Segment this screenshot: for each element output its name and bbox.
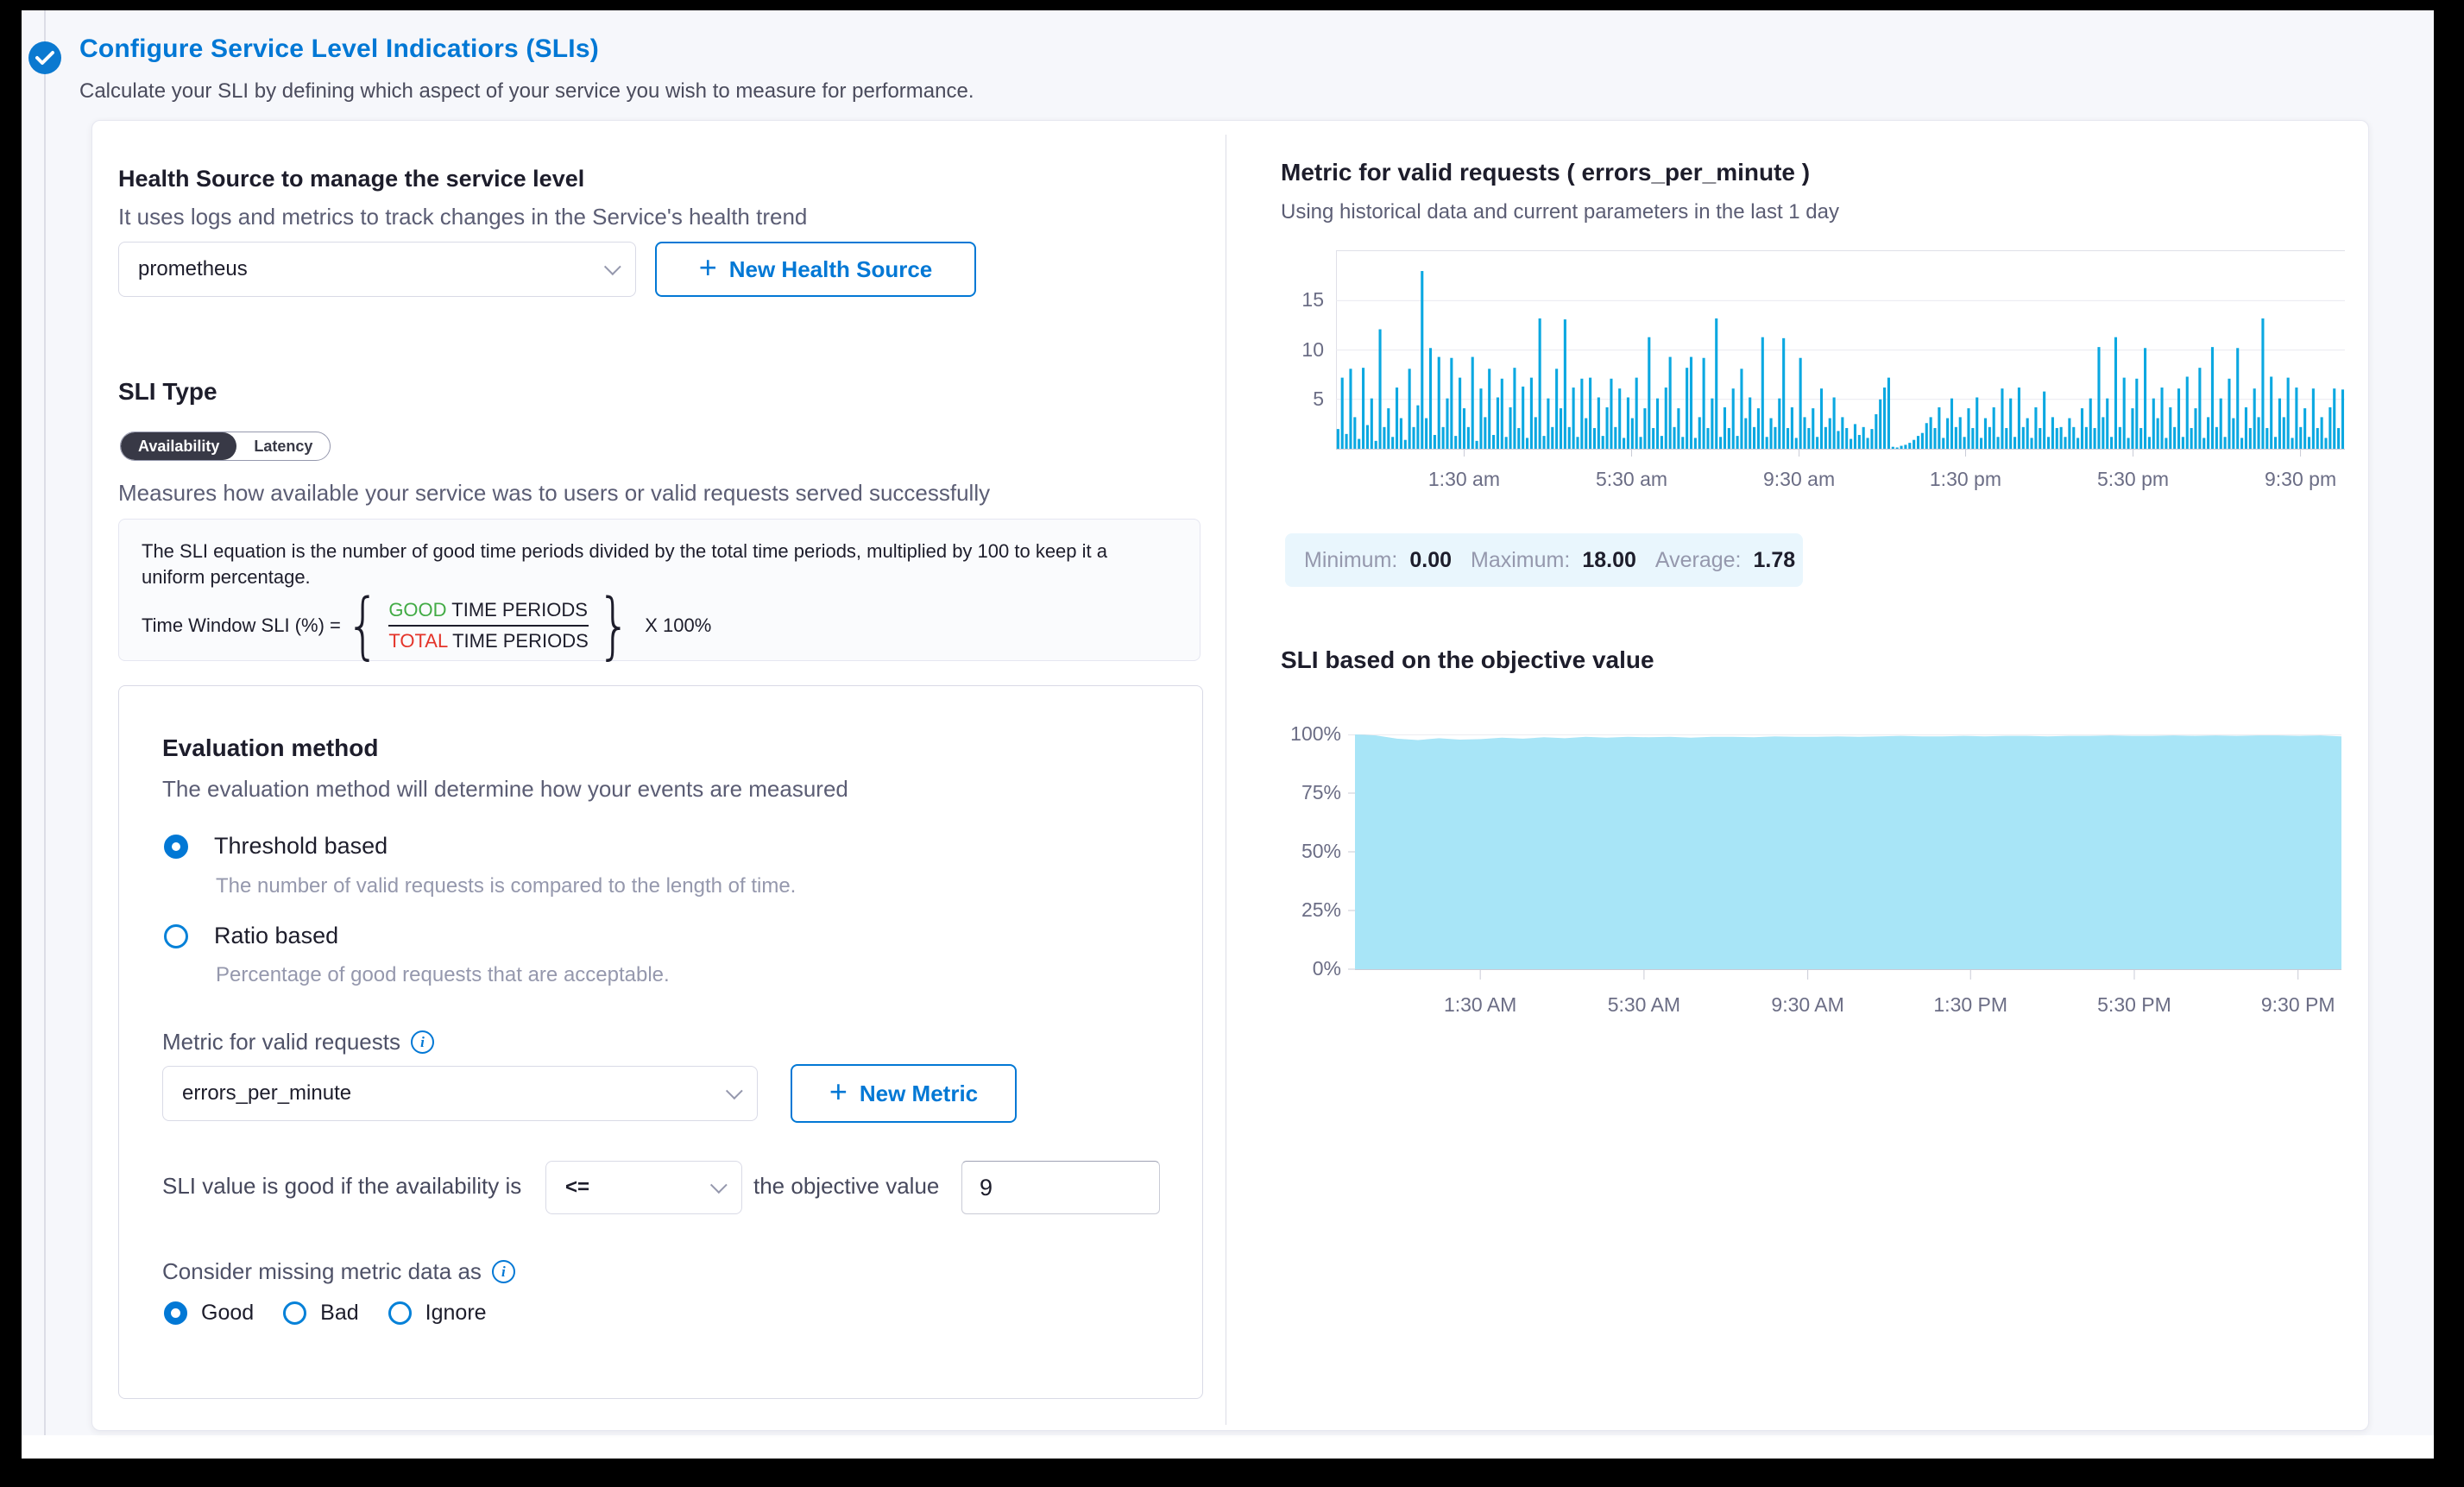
equation-rhs: X 100%	[645, 614, 711, 637]
x-axis-tick-label: 9:30 pm	[2240, 468, 2361, 491]
y-axis-tick-label: 100%	[1281, 722, 1341, 746]
x-axis-tick-label: 1:30 AM	[1420, 993, 1541, 1017]
info-icon[interactable]: i	[411, 1030, 434, 1054]
metric-stats-bar: Minimum:0.00 Maximum:18.00 Average:1.78	[1285, 533, 1803, 587]
metric-valid-requests-label: Metric for valid requests i	[162, 1029, 434, 1055]
radio-good[interactable]: Good	[164, 1301, 254, 1326]
page-title: Configure Service Level Indicatiors (SLI…	[79, 35, 599, 64]
health-source-selected-value: prometheus	[138, 257, 248, 281]
sli-type-latency[interactable]: Latency	[236, 432, 330, 460]
info-icon[interactable]: i	[492, 1260, 515, 1283]
new-metric-button[interactable]: + New Metric	[791, 1064, 1017, 1123]
missing-data-label: Consider missing metric data as i	[162, 1258, 515, 1285]
sli-chart-title: SLI based on the objective value	[1281, 646, 1654, 674]
new-health-source-button[interactable]: + New Health Source	[655, 242, 976, 297]
page-subtitle: Calculate your SLI by defining which asp…	[79, 79, 974, 104]
radio-unselected-icon[interactable]	[283, 1301, 306, 1325]
step-complete-check-icon	[28, 41, 61, 74]
sli-equation-text: The SLI equation is the number of good t…	[142, 539, 1134, 590]
threshold-description: The number of valid requests is compared…	[216, 874, 796, 898]
condition-prefix-text: SLI value is good if the availability is	[162, 1167, 559, 1205]
operator-selected-value: <=	[565, 1175, 589, 1200]
radio-bad[interactable]: Bad	[283, 1301, 358, 1326]
y-axis-tick-label: 15	[1264, 288, 1324, 312]
metric-chart-title: Metric for valid requests ( errors_per_m…	[1281, 159, 1810, 186]
x-axis-tick-label: 1:30 am	[1403, 468, 1524, 491]
metric-selected-value: errors_per_minute	[182, 1081, 351, 1106]
chevron-down-icon	[726, 1082, 743, 1099]
equation-total: TOTAL	[388, 630, 447, 652]
sli-area-chart	[1348, 734, 2349, 983]
plus-icon: +	[699, 252, 717, 283]
equation-good: GOOD	[388, 599, 446, 621]
x-axis-tick-label: 5:30 pm	[2073, 468, 2194, 491]
y-axis-tick-label: 50%	[1281, 840, 1341, 863]
sli-type-availability[interactable]: Availability	[121, 432, 236, 460]
chevron-down-icon	[604, 258, 621, 275]
metric-select[interactable]: errors_per_minute	[162, 1066, 758, 1121]
bottom-strip	[22, 1435, 2434, 1459]
sli-equation-formula: Time Window SLI (%) = { GOOD TIME PERIOD…	[142, 599, 1177, 652]
x-axis-tick-label: 9:30 am	[1739, 468, 1860, 491]
x-axis-tick-label: 5:30 PM	[2074, 993, 2195, 1017]
objective-value-input[interactable]	[961, 1161, 1160, 1214]
operator-select[interactable]: <=	[545, 1161, 742, 1214]
page-background: Configure Service Level Indicatiors (SLI…	[22, 10, 2434, 1459]
radio-selected-icon[interactable]	[164, 835, 188, 859]
chevron-down-icon	[710, 1176, 728, 1194]
condition-middle-text: the objective value	[753, 1167, 943, 1205]
sli-equation-box: The SLI equation is the number of good t…	[118, 519, 1200, 661]
sli-type-description: Measures how available your service was …	[118, 480, 990, 507]
x-axis-tick-label: 5:30 am	[1572, 468, 1692, 491]
y-axis-tick-label: 25%	[1281, 898, 1341, 922]
y-axis-tick-label: 75%	[1281, 781, 1341, 804]
equation-fraction: GOOD TIME PERIODS TOTAL TIME PERIODS	[388, 599, 588, 652]
health-source-description: It uses logs and metrics to track change…	[118, 204, 807, 230]
sli-type-heading: SLI Type	[118, 378, 217, 406]
radio-unselected-icon[interactable]	[164, 924, 188, 948]
equation-lhs: Time Window SLI (%) =	[142, 614, 341, 637]
evaluation-method-description: The evaluation method will determine how…	[162, 776, 848, 803]
radio-ratio-based[interactable]: Ratio based	[164, 923, 338, 949]
stepper-rail	[44, 10, 46, 1435]
sli-config-card: Health Source to manage the service leve…	[91, 120, 2369, 1431]
ratio-description: Percentage of good requests that are acc…	[216, 963, 670, 987]
metric-chart-subtitle: Using historical data and current parame…	[1281, 200, 1839, 224]
health-source-heading: Health Source to manage the service leve…	[118, 166, 584, 192]
x-axis-tick-label: 5:30 AM	[1584, 993, 1705, 1017]
y-axis-tick-label: 10	[1264, 338, 1324, 362]
x-axis-tick-label: 9:30 PM	[2238, 993, 2359, 1017]
missing-data-options: Good Bad Ignore	[164, 1301, 487, 1326]
radio-selected-icon[interactable]	[164, 1301, 187, 1325]
evaluation-method-box: Evaluation method The evaluation method …	[118, 685, 1203, 1399]
plus-icon: +	[829, 1076, 848, 1107]
metric-spike-chart	[1336, 250, 2347, 457]
health-source-select[interactable]: prometheus	[118, 242, 636, 297]
evaluation-method-heading: Evaluation method	[162, 734, 378, 762]
x-axis-tick-label: 1:30 PM	[1910, 993, 2031, 1017]
sli-type-toggle: Availability Latency	[120, 432, 331, 461]
radio-ignore[interactable]: Ignore	[388, 1301, 487, 1326]
y-axis-tick-label: 5	[1264, 388, 1324, 411]
x-axis-tick-label: 9:30 AM	[1748, 993, 1868, 1017]
x-axis-tick-label: 1:30 pm	[1905, 468, 2026, 491]
radio-threshold-based[interactable]: Threshold based	[164, 833, 388, 860]
radio-unselected-icon[interactable]	[388, 1301, 412, 1325]
y-axis-tick-label: 0%	[1281, 957, 1341, 980]
